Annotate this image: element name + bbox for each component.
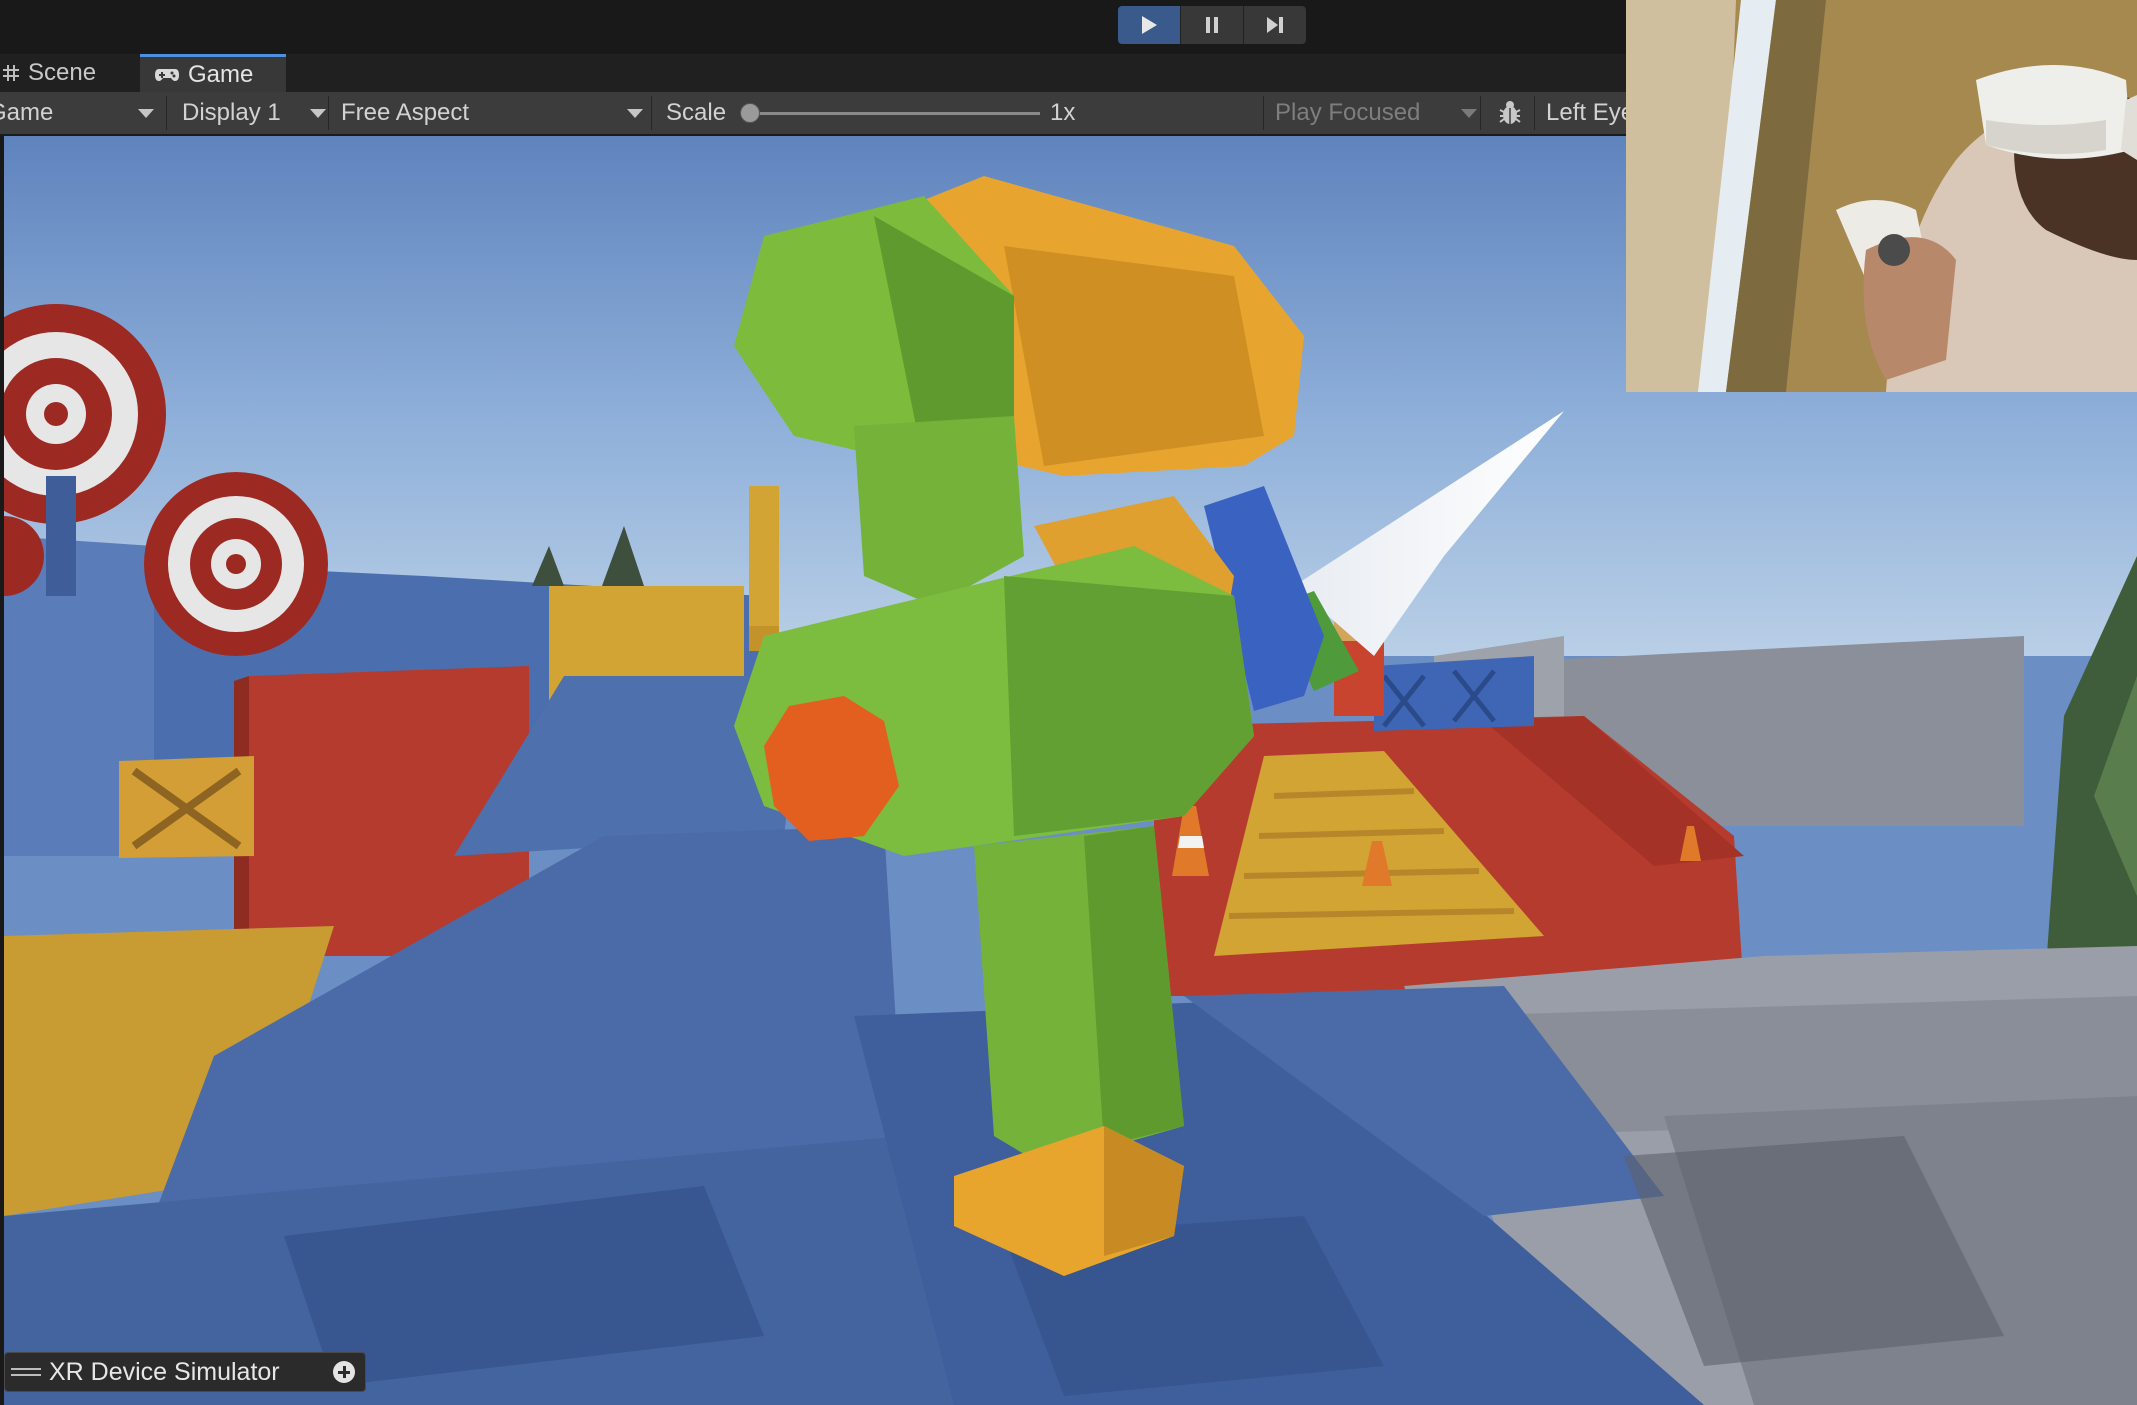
display-label: Display 1 bbox=[182, 99, 281, 126]
stats-toggle[interactable] bbox=[1496, 92, 1528, 134]
playback-controls bbox=[1118, 6, 1306, 44]
plus-circle-icon[interactable] bbox=[333, 1361, 355, 1383]
scale-value: 1x bbox=[1050, 99, 1076, 126]
eye-dropdown[interactable]: Left Eye bbox=[1546, 92, 1634, 134]
game-view-toolbar: Game Display 1 Free Aspect Scale 1x Play… bbox=[0, 92, 1634, 136]
divider bbox=[1534, 96, 1535, 130]
eye-label: Left Eye bbox=[1546, 99, 1635, 126]
step-button[interactable] bbox=[1244, 6, 1306, 44]
aspect-dropdown[interactable]: Free Aspect bbox=[341, 92, 646, 134]
tab-scene-label: Scene bbox=[28, 59, 97, 86]
game-mode-label: Game bbox=[0, 99, 54, 126]
chevron-down-icon bbox=[627, 109, 643, 118]
chevron-down-icon bbox=[138, 109, 154, 118]
pause-icon bbox=[1206, 17, 1218, 33]
divider bbox=[1263, 96, 1264, 130]
play-icon bbox=[1142, 16, 1157, 34]
aspect-label: Free Aspect bbox=[341, 99, 470, 126]
divider bbox=[1480, 96, 1481, 130]
display-dropdown[interactable]: Display 1 bbox=[182, 92, 328, 134]
grid-icon bbox=[3, 65, 19, 81]
pause-button[interactable] bbox=[1181, 6, 1244, 44]
xr-device-simulator-panel[interactable]: XR Device Simulator bbox=[4, 1352, 366, 1392]
webcam-feed-image bbox=[1626, 0, 2137, 392]
xr-device-simulator-label: XR Device Simulator bbox=[49, 1357, 280, 1386]
step-forward-icon bbox=[1267, 17, 1283, 33]
divider bbox=[328, 96, 329, 130]
tab-game[interactable]: Game bbox=[140, 54, 286, 92]
divider bbox=[166, 96, 167, 130]
scale-slider-track[interactable] bbox=[750, 112, 1040, 115]
tab-scene[interactable]: Scene bbox=[0, 54, 138, 92]
play-mode-dropdown[interactable]: Play Focused bbox=[1275, 92, 1485, 134]
game-mode-dropdown[interactable]: Game bbox=[0, 92, 158, 134]
chevron-down-icon bbox=[1461, 109, 1477, 118]
scale-slider-handle[interactable] bbox=[740, 103, 760, 123]
drag-handle-icon[interactable] bbox=[11, 1368, 41, 1376]
webcam-overlay bbox=[1626, 0, 2137, 392]
divider bbox=[651, 96, 652, 130]
chevron-down-icon bbox=[310, 109, 326, 118]
play-button[interactable] bbox=[1118, 6, 1181, 44]
bug-icon bbox=[1499, 101, 1521, 124]
tab-game-label: Game bbox=[188, 60, 254, 88]
scale-label: Scale bbox=[666, 99, 727, 126]
view-tabs: Scene Game bbox=[0, 54, 1626, 93]
gamepad-icon bbox=[155, 68, 179, 81]
play-mode-label: Play Focused bbox=[1275, 99, 1421, 126]
